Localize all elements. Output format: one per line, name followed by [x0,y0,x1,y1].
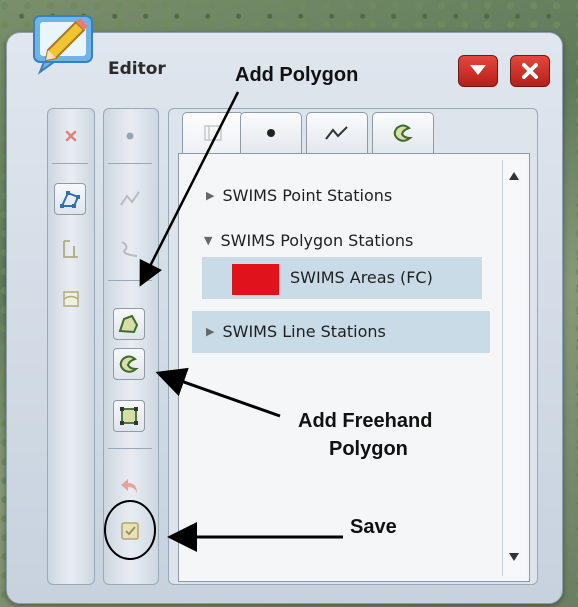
annotation-arrows [139,91,343,552]
annotation-save: Save [350,516,397,538]
annotation-add-freehand: Add Freehand [298,410,433,432]
annotation-polygon: Polygon [329,438,408,460]
annotation-add-polygon: Add Polygon [235,64,359,86]
